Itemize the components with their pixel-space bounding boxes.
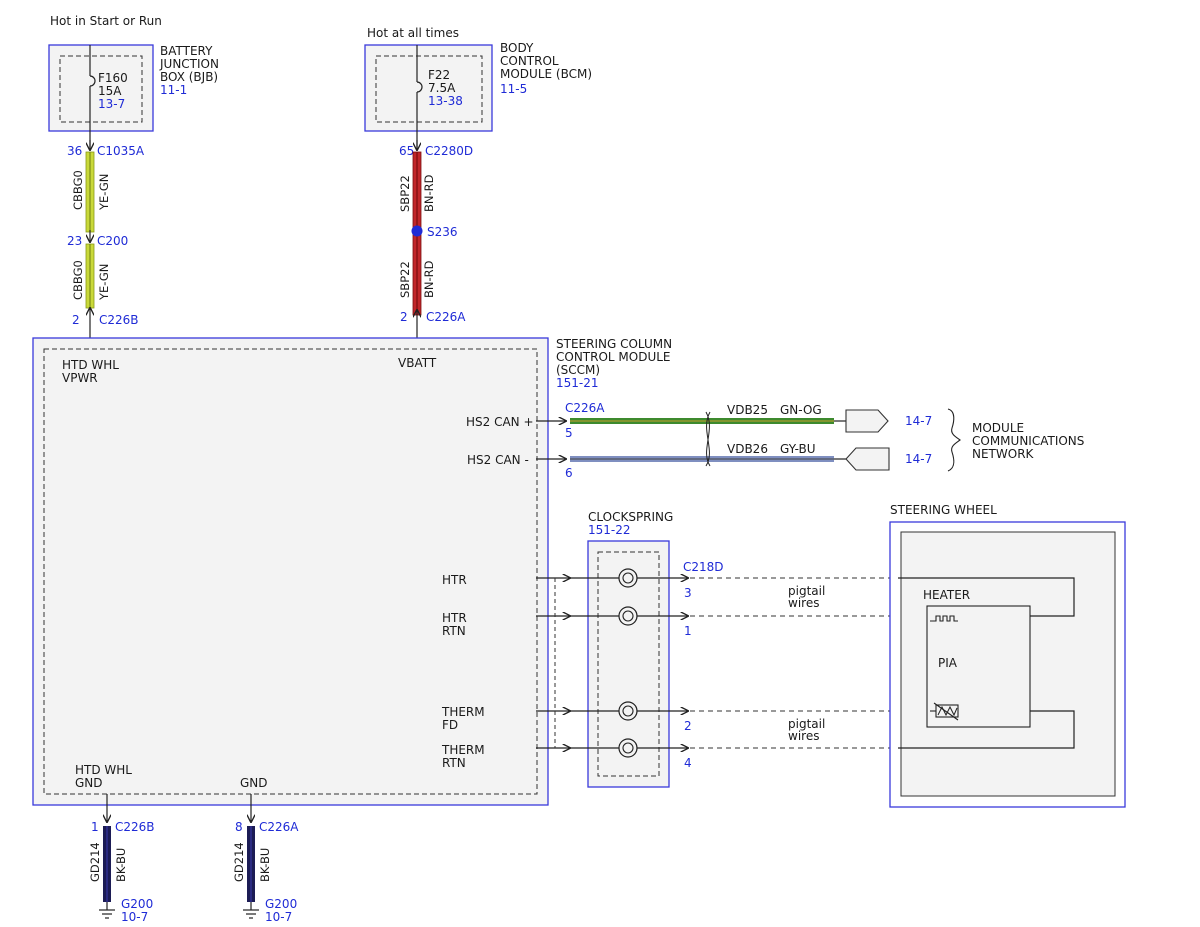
right-upper-pin: 65 bbox=[399, 144, 414, 158]
heater-label: HEATER bbox=[923, 588, 970, 602]
sccm-ref: 151-21 bbox=[556, 376, 599, 390]
pin-hs2-can-plus: HS2 CAN + bbox=[466, 415, 534, 429]
gnd-right-ref: 10-7 bbox=[265, 910, 292, 924]
left-upper-pin: 36 bbox=[67, 144, 82, 158]
pia-label: PIA bbox=[938, 656, 958, 670]
bcm-name-line3: MODULE (BCM) bbox=[500, 67, 592, 81]
gnd-left-pin: 1 bbox=[91, 820, 99, 834]
sccm-name-line1: STEERING COLUMN bbox=[556, 337, 672, 351]
bjb-name: BATTERY JUNCTION BOX (BJB) bbox=[159, 44, 223, 84]
can-minus-ref: 14-7 bbox=[905, 452, 932, 466]
bcm-ref: 11-5 bbox=[500, 82, 527, 96]
left-lower-connector: C226B bbox=[99, 313, 139, 327]
bcm-source-label: Hot at all times bbox=[367, 26, 459, 40]
right-lower-color: BN-RD bbox=[422, 260, 436, 298]
can-plus-ref: 14-7 bbox=[905, 414, 932, 428]
bcm-name-line2: CONTROL bbox=[500, 54, 559, 68]
gnd-left-ref: 10-7 bbox=[121, 910, 148, 924]
right-lower-pin: 2 bbox=[400, 310, 408, 324]
gnd-right-ground-icon bbox=[243, 902, 259, 919]
gnd-left-ground-icon bbox=[99, 902, 115, 919]
can-minus-color: GY-BU bbox=[780, 442, 816, 456]
pin-hs2-can-minus: HS2 CAN - bbox=[467, 453, 529, 467]
splice-label: S236 bbox=[427, 225, 458, 239]
left-upper-color: YE-GN bbox=[97, 174, 111, 211]
gnd-left-circuit: GD214 bbox=[88, 842, 102, 882]
gnd-right-color: BK-BU bbox=[258, 848, 272, 882]
left-lower-color: YE-GN bbox=[97, 264, 111, 301]
right-lower-connector: C226A bbox=[426, 310, 466, 324]
sccm-name-line2: CONTROL MODULE bbox=[556, 350, 671, 364]
bcm-fuse-rating: 7.5A bbox=[428, 81, 456, 95]
gnd-left-ground: G200 bbox=[121, 897, 153, 911]
can-minus-connector-icon bbox=[845, 447, 890, 471]
bjb-source-label: Hot in Start or Run bbox=[50, 14, 162, 28]
can-minus-circuit: VDB26 bbox=[727, 442, 768, 456]
pigtail-label-bottom: pigtail wires bbox=[788, 717, 829, 743]
can-plus-color: GN-OG bbox=[780, 403, 822, 417]
clockspring-ref: 151-22 bbox=[588, 523, 631, 537]
gnd-right-ground: G200 bbox=[265, 897, 297, 911]
pin-gnd: GND bbox=[240, 776, 268, 790]
sccm-name-line3: (SCCM) bbox=[556, 363, 600, 377]
clockspring-pin-3: 3 bbox=[684, 586, 692, 600]
can-connector: C226A bbox=[565, 401, 605, 415]
bjb-name-line3: BOX (BJB) bbox=[160, 70, 218, 84]
bcm-fuse-ref: 13-38 bbox=[428, 94, 463, 108]
right-upper-connector: C2280D bbox=[425, 144, 473, 158]
sccm-name: STEERING COLUMN CONTROL MODULE (SCCM) bbox=[556, 337, 676, 377]
clockspring-pin-2: 2 bbox=[684, 719, 692, 733]
wiring-diagram: Hot in Start or Run F160 15A 13-7 BATTER… bbox=[32, 14, 1126, 924]
bjb-fuse-rating: 15A bbox=[98, 84, 122, 98]
bjb-fuse-name: F160 bbox=[98, 71, 128, 85]
steering-wheel-name: STEERING WHEEL bbox=[890, 503, 997, 517]
right-upper-color: BN-RD bbox=[422, 174, 436, 212]
left-lower-pin: 2 bbox=[72, 313, 80, 327]
gnd-left-connector: C226B bbox=[115, 820, 155, 834]
can-minus-pin: 6 bbox=[565, 466, 573, 480]
right-lower-circuit: SBP22 bbox=[398, 261, 412, 298]
pin-htr: HTR bbox=[442, 573, 467, 587]
network-label: MODULE COMMUNICATIONS NETWORK bbox=[972, 421, 1088, 461]
left-mid-connector: C200 bbox=[97, 234, 128, 248]
bcm-name-line1: BODY bbox=[500, 41, 534, 55]
bjb-name-line2: JUNCTION bbox=[159, 57, 219, 71]
gnd-right-circuit: GD214 bbox=[232, 842, 246, 882]
clockspring-connector: C218D bbox=[683, 560, 724, 574]
gnd-right-pin: 8 bbox=[235, 820, 243, 834]
left-upper-circuit: CBBG0 bbox=[71, 170, 85, 210]
can-plus-connector-icon bbox=[845, 409, 889, 433]
sccm-box bbox=[32, 337, 549, 806]
gnd-right-connector: C226A bbox=[259, 820, 299, 834]
right-upper-circuit: SBP22 bbox=[398, 175, 412, 212]
bcm-fuse-name: F22 bbox=[428, 68, 450, 82]
can-plus-circuit: VDB25 bbox=[727, 403, 768, 417]
bjb-name-line1: BATTERY bbox=[160, 44, 213, 58]
clockspring-pin-1: 1 bbox=[684, 624, 692, 638]
left-lower-circuit: CBBG0 bbox=[71, 260, 85, 300]
bjb-fuse-ref: 13-7 bbox=[98, 97, 125, 111]
can-plus-pin: 5 bbox=[565, 426, 573, 440]
gnd-left-color: BK-BU bbox=[114, 848, 128, 882]
splice-dot bbox=[411, 225, 423, 237]
left-upper-connector: C1035A bbox=[97, 144, 145, 158]
network-brace-icon bbox=[947, 408, 961, 472]
bjb-ref: 11-1 bbox=[160, 83, 187, 97]
pin-vbatt: VBATT bbox=[398, 356, 437, 370]
pigtail-label-top: pigtail wires bbox=[788, 584, 829, 610]
bcm-name: BODY CONTROL MODULE (BCM) bbox=[500, 41, 592, 81]
clockspring-name: CLOCKSPRING bbox=[588, 510, 673, 524]
left-mid-pin: 23 bbox=[67, 234, 82, 248]
clockspring-pin-4: 4 bbox=[684, 756, 692, 770]
